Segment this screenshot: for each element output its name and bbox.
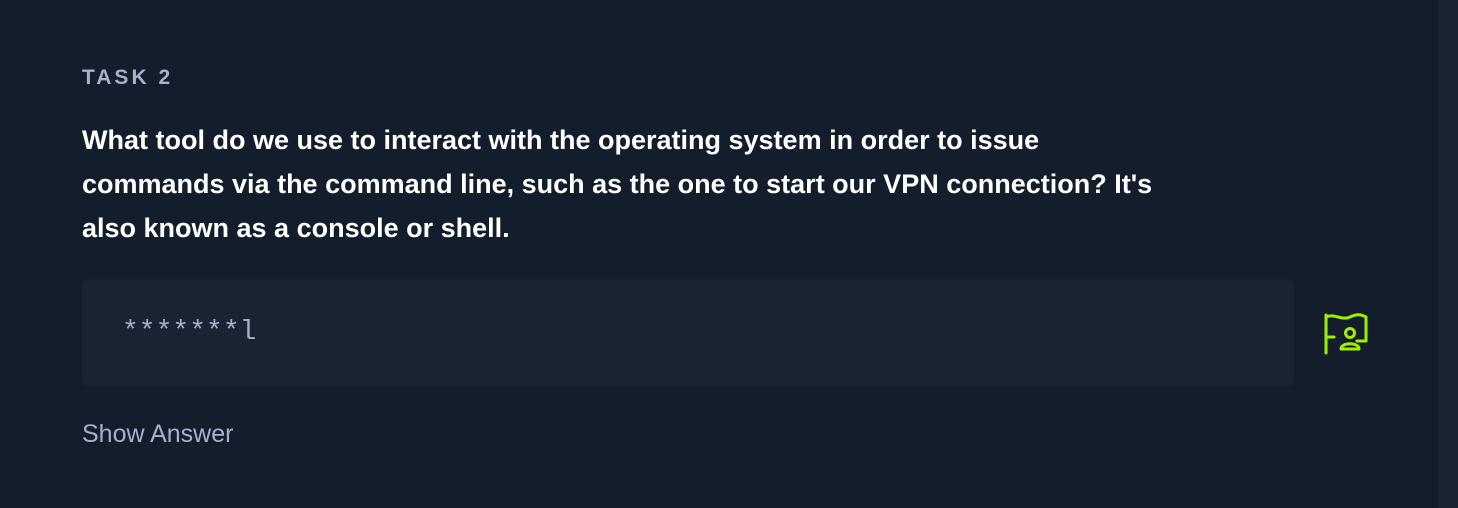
- task-card: TASK 2 What tool do we use to interact w…: [0, 0, 1458, 508]
- answer-field-container: [82, 279, 1294, 386]
- show-answer-link[interactable]: Show Answer: [82, 416, 233, 452]
- submit-flag-button[interactable]: [1322, 311, 1370, 357]
- task-number-label: TASK 2: [82, 66, 174, 89]
- scrollbar-track[interactable]: [1438, 0, 1458, 508]
- task-question: What tool do we use to interact with the…: [82, 125, 1153, 243]
- answer-input[interactable]: [122, 279, 1262, 386]
- flag-user-icon: [1324, 313, 1368, 355]
